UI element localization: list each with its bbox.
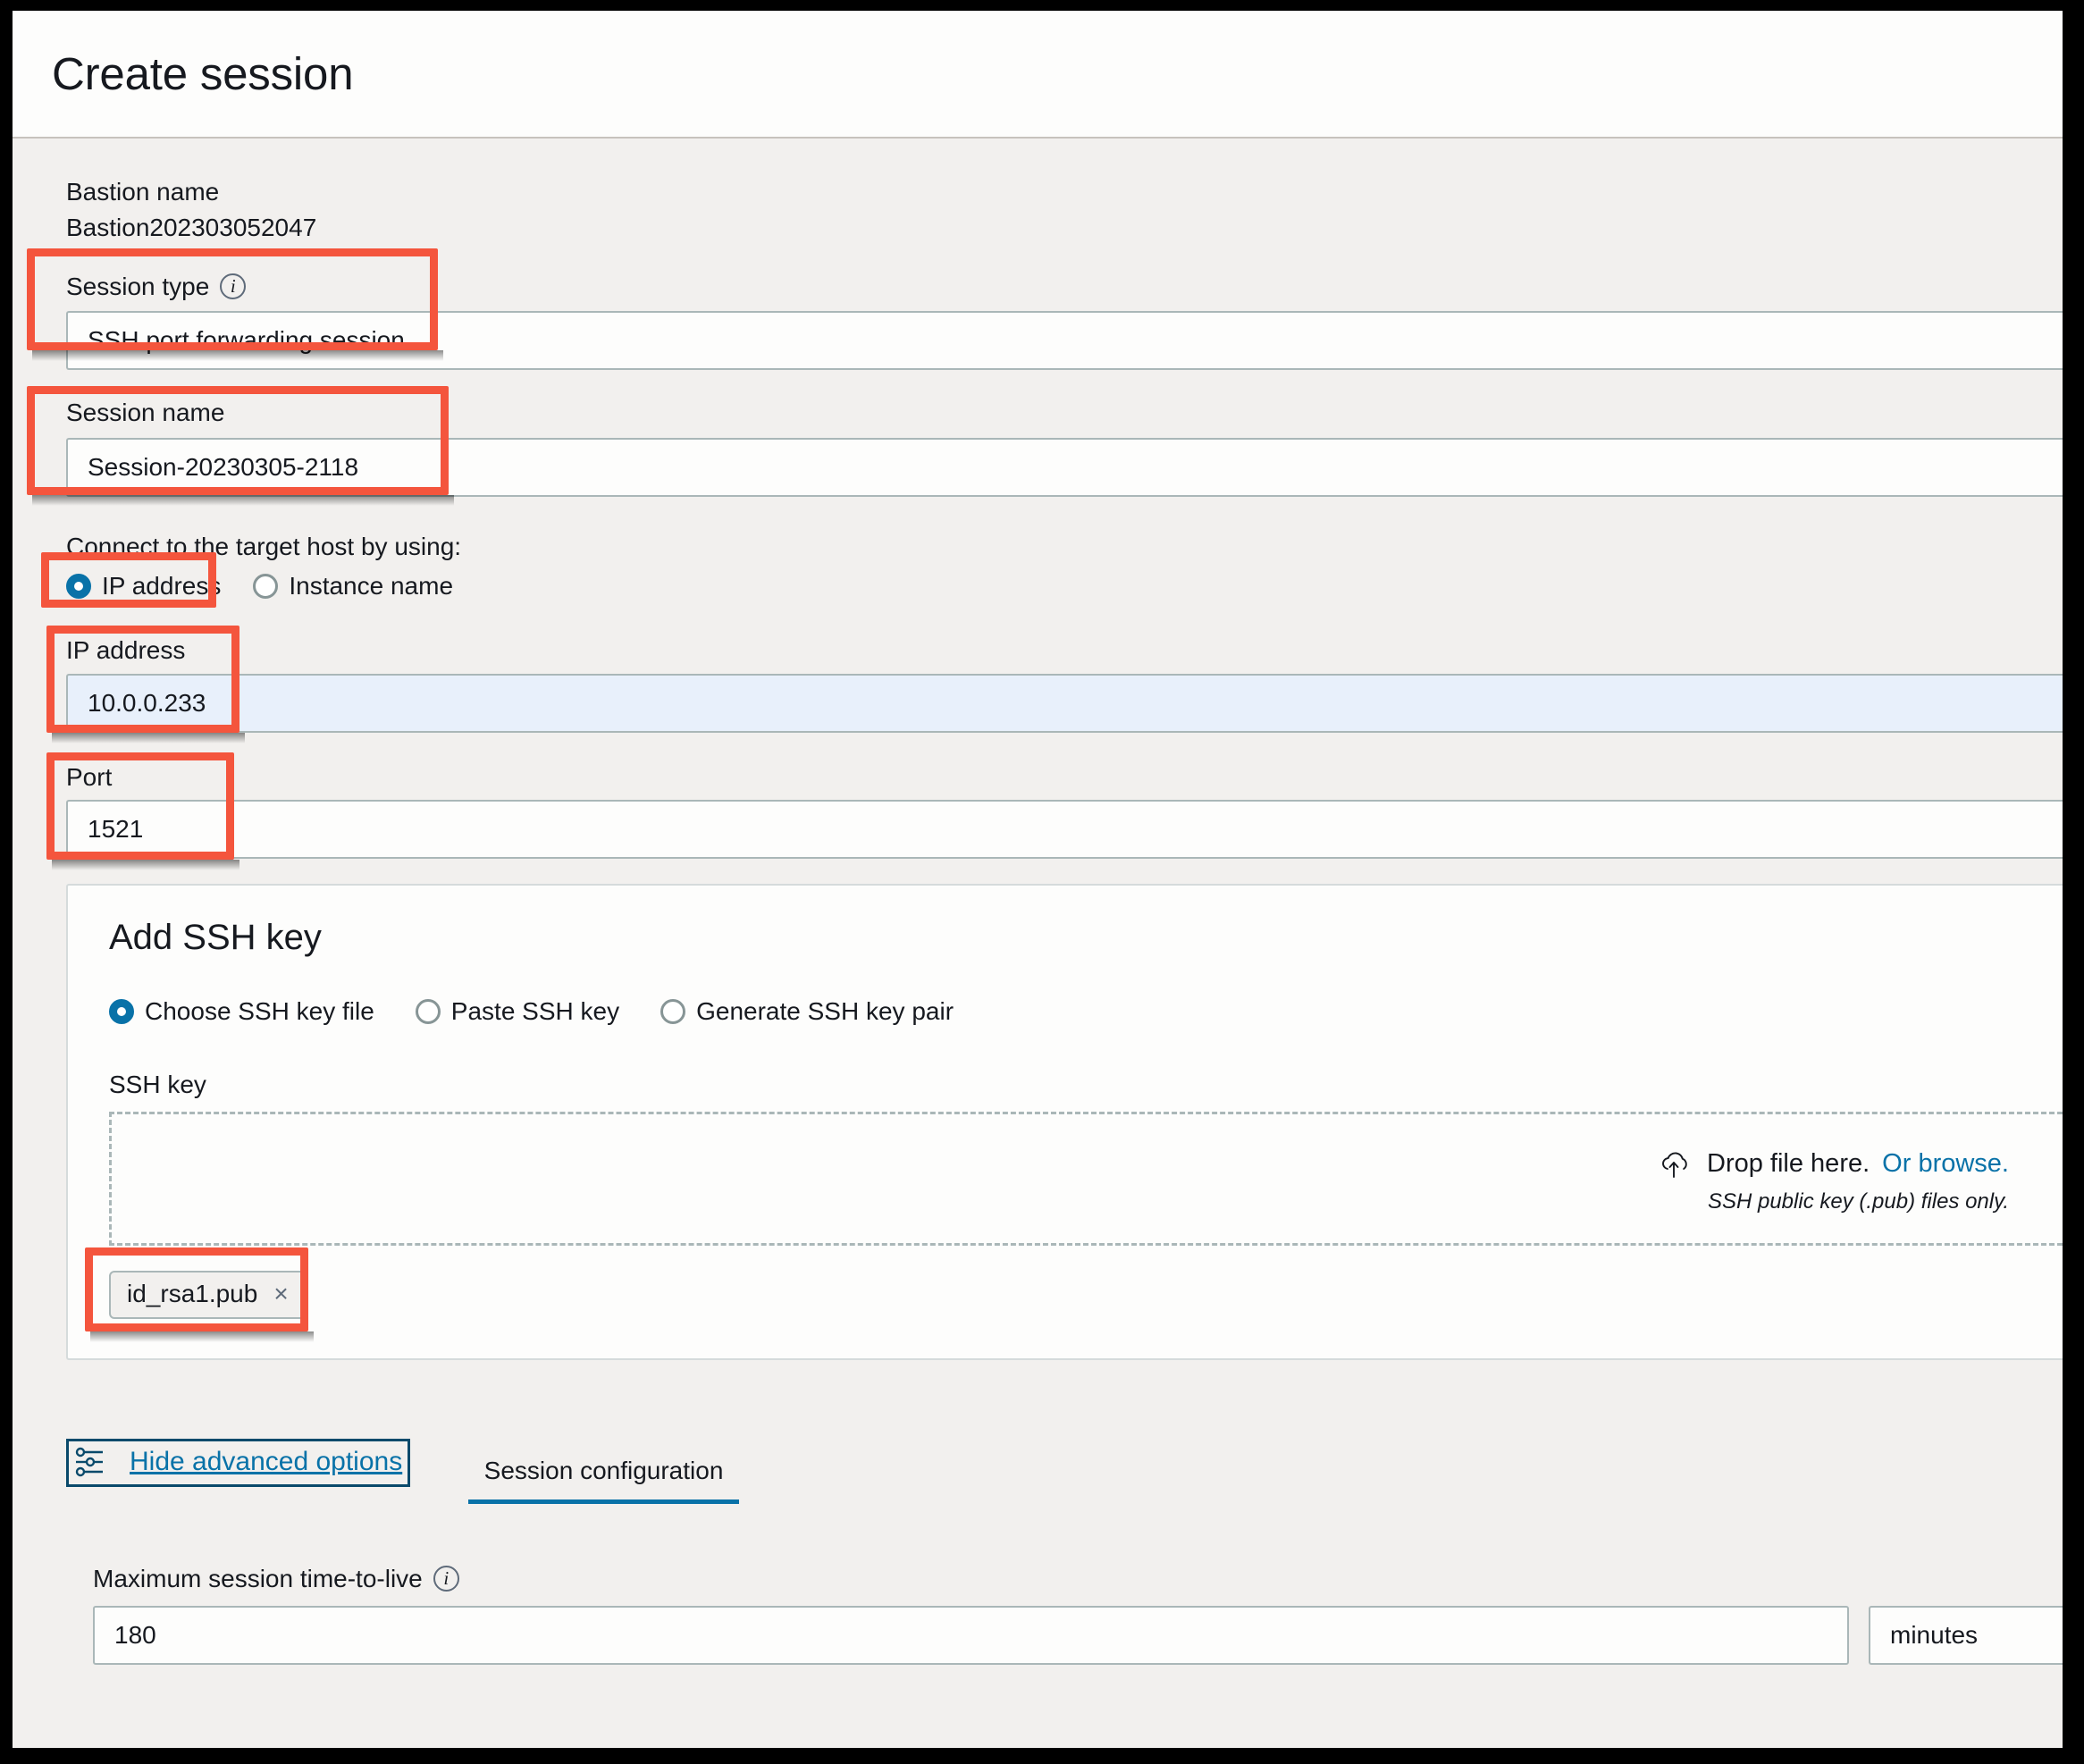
radio-paste-ssh-key-label: Paste SSH key xyxy=(450,997,620,1026)
annotation-shadow xyxy=(52,733,245,743)
advanced-tabs: Session configuration xyxy=(467,1457,740,1504)
screenshot-frame: Create session Bastion name Bastion20230… xyxy=(0,0,2084,1764)
bastion-name-group: Bastion name Bastion202303052047 xyxy=(13,174,2063,246)
ttl-label-line: Maximum session time-to-live i xyxy=(93,1561,2063,1597)
panel-header: Create session xyxy=(13,11,2063,139)
radio-paste-ssh-key[interactable]: Paste SSH key xyxy=(415,997,620,1026)
ttl-row: 180 minutes xyxy=(93,1605,2063,1665)
hide-advanced-options-label: Hide advanced options xyxy=(130,1447,403,1476)
radio-ip-address-indicator[interactable] xyxy=(66,573,91,599)
radio-generate-ssh-key-pair-indicator[interactable] xyxy=(660,999,686,1025)
sliders-icon xyxy=(75,1447,103,1477)
cloud-upload-icon xyxy=(1662,1152,1687,1178)
browse-link[interactable]: Or browse. xyxy=(1882,1149,2009,1179)
ip-address-label: IP address xyxy=(66,635,186,664)
ssh-key-dropzone[interactable]: Drop file here. Or browse. SSH public ke… xyxy=(109,1112,2063,1246)
uploaded-file-name: id_rsa1.pub xyxy=(127,1280,258,1307)
port-input[interactable]: 1521 xyxy=(66,800,2063,860)
panel-body: Bastion name Bastion202303052047 Session… xyxy=(13,139,2063,1665)
connect-method-label: Connect to the target host by using: xyxy=(66,533,462,560)
radio-paste-ssh-key-indicator[interactable] xyxy=(415,999,441,1025)
annotation-shadow xyxy=(32,495,454,506)
port-value: 1521 xyxy=(88,815,144,844)
info-icon[interactable]: i xyxy=(220,273,247,299)
ttl-value: 180 xyxy=(114,1620,156,1649)
radio-generate-ssh-key-pair-label: Generate SSH key pair xyxy=(696,997,954,1026)
port-label: Port xyxy=(66,762,113,791)
remove-file-icon[interactable]: × xyxy=(273,1281,288,1306)
dropzone-message: Drop file here. Or browse. SSH public ke… xyxy=(1659,1148,2009,1214)
radio-choose-ssh-key-file-label: Choose SSH key file xyxy=(145,997,374,1026)
connect-method-radios: IP address Instance name xyxy=(66,572,2063,601)
session-name-input[interactable]: Session-20230305-2118 xyxy=(66,438,2063,497)
port-group: Port 1521 xyxy=(13,760,2063,860)
session-name-group: Session name Session-20230305-2118 xyxy=(13,395,2063,497)
drop-file-text: Drop file here. xyxy=(1707,1148,1870,1178)
bastion-name-value: Bastion202303052047 xyxy=(66,213,317,241)
radio-generate-ssh-key-pair[interactable]: Generate SSH key pair xyxy=(660,997,954,1026)
bastion-name-label: Bastion name xyxy=(66,178,220,206)
annotation-shadow xyxy=(90,1331,314,1342)
annotation-shadow xyxy=(52,860,239,870)
session-name-label: Session name xyxy=(66,399,225,427)
radio-instance-name-indicator[interactable] xyxy=(253,573,279,599)
radio-ip-address-label: IP address xyxy=(102,571,222,600)
add-ssh-key-title: Add SSH key xyxy=(109,918,322,958)
create-session-panel: Create session Bastion name Bastion20230… xyxy=(13,11,2063,1748)
ip-address-input[interactable]: 10.0.0.233 xyxy=(66,673,2063,733)
page-title: Create session xyxy=(52,48,354,99)
radio-ip-address[interactable]: IP address xyxy=(66,572,221,601)
ttl-info-icon[interactable]: i xyxy=(433,1566,459,1592)
annotation-shadow xyxy=(32,350,443,361)
session-type-label: Session type xyxy=(66,272,210,300)
ip-address-value: 10.0.0.233 xyxy=(88,688,206,717)
hide-advanced-options-link[interactable]: Hide advanced options xyxy=(66,1439,411,1487)
tab-session-configuration[interactable]: Session configuration xyxy=(467,1457,740,1504)
ttl-input[interactable]: 180 xyxy=(93,1605,1849,1665)
uploaded-file-chip[interactable]: id_rsa1.pub × xyxy=(109,1271,307,1319)
radio-choose-ssh-key-file-indicator[interactable] xyxy=(109,999,134,1025)
add-ssh-key-card: Add SSH key Choose SSH key file Paste SS… xyxy=(66,884,2063,1360)
connect-method-group: Connect to the target host by using: IP … xyxy=(13,529,2063,601)
radio-choose-ssh-key-file[interactable]: Choose SSH key file xyxy=(109,997,374,1026)
ssh-key-method-radios: Choose SSH key file Paste SSH key Genera… xyxy=(109,997,2063,1026)
radio-instance-name[interactable]: Instance name xyxy=(253,572,453,601)
dropzone-hint: SSH public key (.pub) files only. xyxy=(1707,1189,2009,1214)
session-type-select[interactable]: SSH port forwarding session xyxy=(66,311,2063,371)
ttl-unit-select[interactable]: minutes xyxy=(1869,1605,2063,1665)
radio-instance-name-label: Instance name xyxy=(289,571,454,600)
ssh-key-field-label: SSH key xyxy=(109,1071,206,1099)
ip-address-group: IP address 10.0.0.233 xyxy=(13,633,2063,733)
ttl-label: Maximum session time-to-live xyxy=(93,1565,423,1592)
session-name-value: Session-20230305-2118 xyxy=(88,453,359,481)
ttl-unit-value: minutes xyxy=(1890,1620,1979,1649)
